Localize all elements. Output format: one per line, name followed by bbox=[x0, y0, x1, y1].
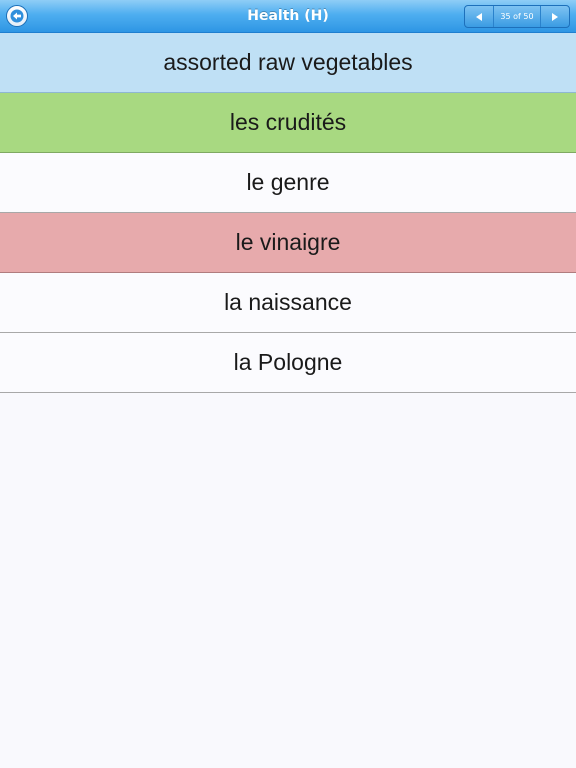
answer-option-wrong[interactable]: le vinaigre bbox=[0, 213, 576, 273]
triangle-left-icon bbox=[476, 12, 482, 21]
answer-option[interactable]: la naissance bbox=[0, 273, 576, 333]
answer-option[interactable]: le genre bbox=[0, 153, 576, 213]
triangle-right-icon bbox=[552, 12, 558, 21]
next-button[interactable] bbox=[540, 6, 569, 27]
quiz-list: assorted raw vegetables les crudités le … bbox=[0, 33, 576, 393]
top-navigation-bar: Health (H) 35 of 50 bbox=[0, 0, 576, 33]
answer-option-correct[interactable]: les crudités bbox=[0, 93, 576, 153]
pager-count: 35 of 50 bbox=[500, 12, 534, 21]
question-prompt: assorted raw vegetables bbox=[0, 33, 576, 93]
pager: 35 of 50 bbox=[464, 5, 570, 28]
answer-option[interactable]: la Pologne bbox=[0, 333, 576, 393]
previous-button[interactable] bbox=[465, 6, 494, 27]
